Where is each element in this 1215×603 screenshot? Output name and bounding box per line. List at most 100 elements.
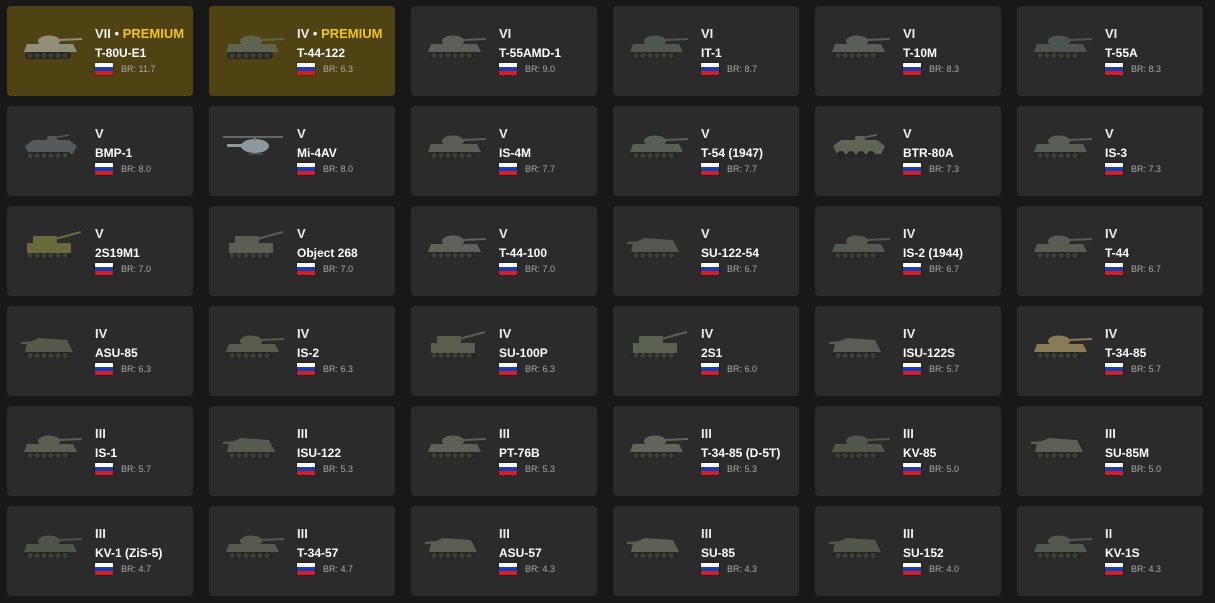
vehicle-silhouette-icon: [226, 535, 285, 559]
vehicle-card-su-152[interactable]: III SU-152 BR: 4.0: [815, 506, 1001, 596]
vehicle-rank: IV: [95, 326, 151, 341]
vehicle-card-kv-1-zis-5[interactable]: III KV-1 (ZiS-5) BR: 4.7: [7, 506, 193, 596]
vehicle-card-mi-4av[interactable]: V Mi-4AV BR: 8.0: [209, 106, 395, 196]
vehicle-card-t-44[interactable]: IV T-44 BR: 6.7: [1017, 206, 1203, 296]
battle-rating: BR: 6.7: [1131, 264, 1162, 274]
ussr-flag-icon: [95, 463, 113, 475]
vehicle-info: IV 2S1 BR: 6.0: [701, 326, 757, 376]
vehicle-meta: BR: 8.0: [95, 162, 151, 176]
vehicle-card-is-4m[interactable]: V IS-4M BR: 7.7: [411, 106, 597, 196]
vehicle-name: SU-122-54: [701, 246, 760, 260]
vehicle-card-t-34-85-d-5t[interactable]: III T-34-85 (D-5T) BR: 5.3: [613, 406, 799, 496]
vehicle-card-isu-122s[interactable]: IV ISU-122S BR: 5.7: [815, 306, 1001, 396]
vehicle-info: V Object 268 BR: 7.0: [297, 226, 358, 276]
vehicle-card-kv-85[interactable]: III KV-85 BR: 5.0: [815, 406, 1001, 496]
vehicle-card-t-10m[interactable]: VI T-10M BR: 8.3: [815, 6, 1001, 96]
vehicle-card-t-44-122[interactable]: IV • PREMIUM T-44-122 BR: 6.3: [209, 6, 395, 96]
vehicle-card-is-1[interactable]: III IS-1 BR: 5.7: [7, 406, 193, 496]
vehicle-card-is-2-1944[interactable]: IV IS-2 (1944) BR: 6.7: [815, 206, 1001, 296]
ussr-flag-icon: [903, 163, 921, 175]
vehicle-card-btr-80a[interactable]: V BTR-80A BR: 7.3: [815, 106, 1001, 196]
rank-label: VI: [903, 26, 916, 41]
rank-label: V: [297, 126, 306, 141]
ussr-flag-icon: [1105, 163, 1123, 175]
vehicle-card-t-54-1947[interactable]: V T-54 (1947) BR: 7.7: [613, 106, 799, 196]
vehicle-meta: BR: 8.3: [1105, 62, 1161, 76]
vehicle-thumbnail: [827, 428, 891, 464]
ussr-flag-icon: [903, 463, 921, 475]
vehicle-thumbnail: [625, 128, 689, 164]
vehicle-rank: VI: [903, 26, 959, 41]
vehicle-silhouette-icon: [833, 134, 885, 159]
rank-label: V: [903, 126, 912, 141]
vehicle-thumbnail: [423, 228, 487, 264]
vehicle-info: IV T-44 BR: 6.7: [1105, 226, 1161, 276]
vehicle-info: III PT-76B BR: 5.3: [499, 426, 555, 476]
vehicle-name: ASU-85: [95, 346, 138, 360]
battle-rating: BR: 4.3: [1131, 564, 1162, 574]
vehicle-rank: V: [903, 126, 959, 141]
vehicle-card-bmp-1[interactable]: V BMP-1 BR: 8.0: [7, 106, 193, 196]
vehicle-silhouette-icon: [626, 238, 679, 259]
vehicle-rank: V: [1105, 126, 1161, 141]
vehicle-card-asu-57[interactable]: III ASU-57 BR: 4.3: [411, 506, 597, 596]
vehicle-name: T-54 (1947): [701, 146, 764, 160]
vehicle-thumbnail: [1029, 128, 1093, 164]
vehicle-card-t-34-85[interactable]: IV T-34-85 BR: 5.7: [1017, 306, 1203, 396]
rank-label: V: [95, 126, 104, 141]
vehicle-card-t-55a[interactable]: VI T-55A BR: 8.3: [1017, 6, 1203, 96]
vehicle-meta: BR: 6.3: [499, 362, 555, 376]
vehicle-meta: BR: 5.7: [903, 362, 959, 376]
vehicle-meta: BR: 4.3: [1105, 562, 1161, 576]
vehicle-card-isu-122[interactable]: III ISU-122 BR: 5.3: [209, 406, 395, 496]
battle-rating: BR: 8.7: [727, 64, 758, 74]
rank-label: III: [903, 426, 914, 441]
vehicle-card-su-85m[interactable]: III SU-85M BR: 5.0: [1017, 406, 1203, 496]
vehicle-card-is-2[interactable]: IV IS-2 BR: 6.3: [209, 306, 395, 396]
rank-label: VI: [499, 26, 512, 41]
vehicle-card-t-44-100[interactable]: V T-44-100 BR: 7.0: [411, 206, 597, 296]
vehicle-name: SU-85M: [1105, 446, 1150, 460]
vehicle-rank: III: [903, 426, 959, 441]
vehicle-card-2s19m1[interactable]: V 2S19M1 BR: 7.0: [7, 206, 193, 296]
vehicle-card-t-34-57[interactable]: III T-34-57 BR: 4.7: [209, 506, 395, 596]
vehicle-rank: V: [95, 126, 151, 141]
vehicle-meta: BR: 5.7: [1105, 362, 1161, 376]
battle-rating: BR: 7.7: [727, 164, 758, 174]
vehicle-rank: V: [297, 226, 358, 241]
vehicle-name: KV-1S: [1105, 546, 1140, 560]
vehicle-card-is-3[interactable]: V IS-3 BR: 7.3: [1017, 106, 1203, 196]
vehicle-rank: III: [499, 426, 555, 441]
battle-rating: BR: 7.3: [929, 164, 960, 174]
battle-rating: BR: 7.3: [1131, 164, 1162, 174]
ussr-flag-icon: [701, 263, 719, 275]
vehicle-card-t-55amd-1[interactable]: VI T-55AMD-1 BR: 9.0: [411, 6, 597, 96]
vehicle-card-su-122-54[interactable]: V SU-122-54 BR: 6.7: [613, 206, 799, 296]
vehicle-name: Mi-4AV: [297, 146, 337, 160]
vehicle-card-asu-85[interactable]: IV ASU-85 BR: 6.3: [7, 306, 193, 396]
vehicle-card-t-80u-e1[interactable]: VII • PREMIUM T-80U-E1 BR: 11.7: [7, 6, 193, 96]
vehicle-card-kv-1s[interactable]: II KV-1S BR: 4.3: [1017, 506, 1203, 596]
vehicle-rank: IV: [499, 326, 555, 341]
vehicle-rank: VI: [1105, 26, 1161, 41]
vehicle-meta: BR: 5.7: [95, 462, 151, 476]
battle-rating: BR: 5.7: [929, 364, 960, 374]
vehicle-card-su-85[interactable]: III SU-85 BR: 4.3: [613, 506, 799, 596]
vehicle-silhouette-icon: [828, 338, 881, 359]
vehicle-name: BTR-80A: [903, 146, 954, 160]
vehicle-name: T-34-85 (D-5T): [701, 446, 781, 460]
vehicle-meta: BR: 7.3: [903, 162, 959, 176]
vehicle-thumbnail: [827, 128, 891, 164]
vehicle-thumbnail: [221, 328, 285, 364]
vehicle-rank: III: [701, 526, 757, 541]
vehicle-name: BMP-1: [95, 146, 133, 160]
vehicle-card-object-268[interactable]: V Object 268 BR: 7.0: [209, 206, 395, 296]
rank-label: VI: [701, 26, 714, 41]
vehicle-card-pt-76b[interactable]: III PT-76B BR: 5.3: [411, 406, 597, 496]
ussr-flag-icon: [95, 363, 113, 375]
vehicle-card-2s1[interactable]: IV 2S1 BR: 6.0: [613, 306, 799, 396]
vehicle-card-su-100p[interactable]: IV SU-100P BR: 6.3: [411, 306, 597, 396]
vehicle-card-it-1[interactable]: VI IT-1 BR: 8.7: [613, 6, 799, 96]
vehicle-meta: BR: 6.0: [701, 362, 757, 376]
rank-label: III: [903, 526, 914, 541]
